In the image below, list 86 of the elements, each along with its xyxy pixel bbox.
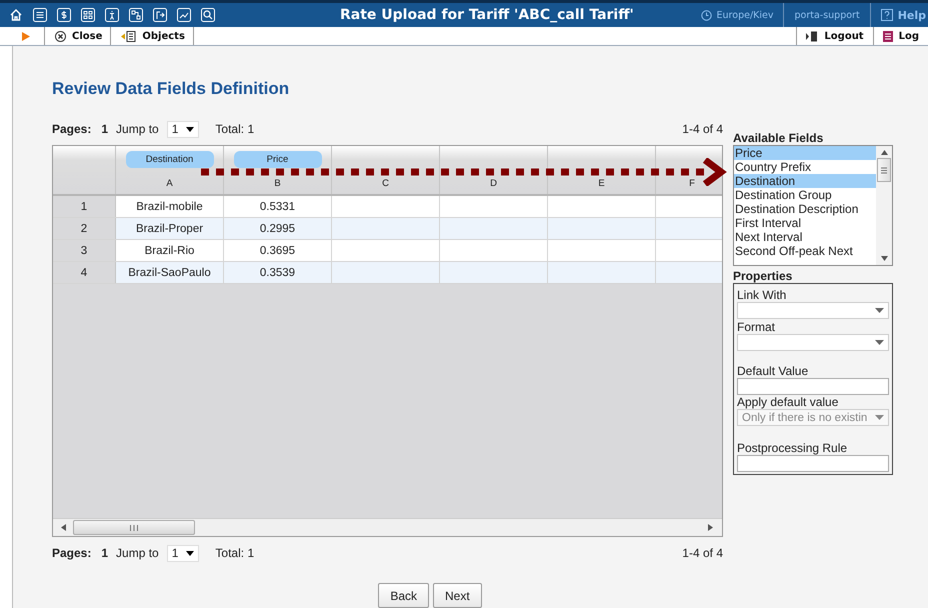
field-label: Default Value [737,364,810,378]
caret-icon [186,550,194,556]
help-icon [880,9,893,22]
field-tag[interactable]: Destination [126,150,214,168]
input-field[interactable] [737,378,889,395]
field-option[interactable]: Destination Group [734,188,876,202]
properties-title: Properties [733,269,794,283]
field-option[interactable]: Destination [734,174,876,188]
list-icon[interactable] [32,7,48,24]
page-number[interactable]: 1 [101,546,108,560]
play-icon [22,32,30,41]
field-option[interactable]: Country Prefix [734,160,876,174]
table-cell: 0.3695 [260,244,296,256]
field-label: Apply default value [737,395,840,409]
dollar-icon[interactable] [56,7,72,24]
column-header: D [490,178,497,189]
scroll-down-icon[interactable] [880,256,888,261]
pages-label: Pages: [52,122,92,136]
scroll-right-icon[interactable] [708,524,714,531]
page-title: Rate Upload for Tariff 'ABC_call Tariff' [339,7,635,24]
field-option[interactable]: Next Interval [734,230,876,244]
table-cell: Brazil-Proper [136,222,204,234]
field-label: Postprocessing Rule [737,441,848,455]
timezone-link[interactable]: Europe/Kiev [716,10,774,21]
home-icon[interactable] [8,7,24,24]
caret-icon [875,340,884,345]
column-header: F [689,178,695,189]
total-count: Total: 1 [215,122,254,136]
field-option[interactable]: First Interval [734,216,876,230]
row-number: 1 [53,196,116,217]
scroll-thumb[interactable] [73,520,195,535]
table-cell: Brazil-mobile [136,200,203,212]
close-icon [55,30,66,42]
chart-icon[interactable] [176,7,192,24]
select-field[interactable] [737,302,889,319]
column-header: E [598,178,605,189]
column-header: A [166,178,173,189]
column-header: C [382,178,389,189]
field-tag[interactable]: Price [234,150,322,168]
field-label: Link With [737,288,788,302]
table-cell: Brazil-SaoPaulo [128,266,211,278]
row-number: 4 [53,262,116,283]
field-option[interactable]: Second Off-peak Next [734,244,876,258]
caret-icon [875,308,884,313]
log-icon [882,30,893,42]
caret-icon [186,126,194,132]
back-button[interactable]: Back [378,583,429,608]
scroll-up-icon[interactable] [880,150,888,155]
select-field[interactable] [737,334,889,351]
scroll-thumb[interactable] [877,158,891,182]
jump-select[interactable]: 1 [166,544,200,562]
pages-label: Pages: [52,546,92,560]
field-option[interactable]: Price [734,146,876,160]
list-arrow-icon [121,30,136,42]
scroll-left-icon[interactable] [61,524,67,531]
range-text: 1-4 of 4 [682,546,723,560]
table-cell: Brazil-Rio [144,244,194,256]
horizontal-scrollbar[interactable] [53,518,722,536]
fields-listbox[interactable]: Price Country Prefix Destination Destination Group Destination Description First Interval Next Interval Second Off-peak Next [733,145,893,266]
row-number: 2 [53,218,116,239]
caret-icon [875,415,884,420]
clock-icon [700,10,712,21]
next-button[interactable]: Next [433,583,482,608]
section-heading: Review Data Fields Definition [52,79,290,99]
table-cell: 0.3539 [260,266,296,278]
help-link[interactable]: Help [898,8,926,22]
network-icon[interactable] [128,7,144,24]
door-icon [806,30,818,42]
input-field[interactable] [737,455,889,472]
jump-label: Jump to [116,546,159,560]
range-text: 1-4 of 4 [682,122,723,136]
vertical-scrollbar[interactable] [876,146,892,265]
field-label: Format [737,320,776,334]
total-count: Total: 1 [215,546,254,560]
jump-select[interactable]: 1 [166,120,200,138]
field-option[interactable]: Destination Description [734,202,876,216]
person-icon[interactable] [104,7,120,24]
grid-icon[interactable] [80,7,96,24]
search-icon[interactable] [200,7,216,24]
jump-label: Jump to [116,122,159,136]
page-number[interactable]: 1 [101,122,108,136]
available-fields-title: Available Fields [733,131,824,145]
table-cell: 0.5331 [260,200,296,212]
table-cell: 0.2995 [260,222,296,234]
row-number: 3 [53,240,116,261]
column-header: B [274,178,281,189]
